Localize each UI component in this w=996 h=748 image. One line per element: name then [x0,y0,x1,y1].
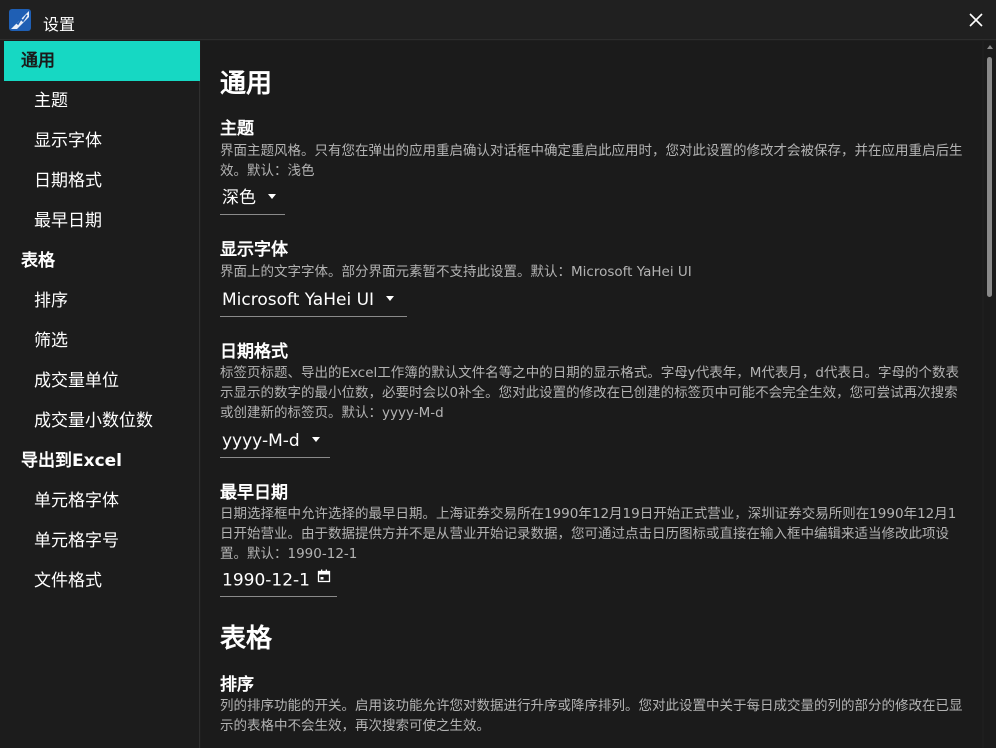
sidebar-item-volume-unit[interactable]: 成交量单位 [4,361,200,401]
title-bar: 设置 [0,0,996,40]
app-logo-icon [9,9,31,31]
setting-title-date-format: 日期格式 [220,342,288,362]
setting-description-theme: 界面主题风格。只有您在弹出的应用重启确认对话框中确定重启此应用时，您对此设置的修… [220,143,963,179]
sidebar-item-theme[interactable]: 主题 [4,81,200,121]
calendar-icon[interactable] [317,563,331,594]
sidebar-item-filter[interactable]: 筛选 [4,321,200,361]
setting-description-sort: 列的排序功能的开关。启用该功能允许您对数据进行升序或降序排列。您对此设置中关于每… [220,698,963,734]
close-icon [969,13,983,27]
setting-title-earliest-date: 最早日期 [220,483,288,503]
sidebar-item-export-excel[interactable]: 导出到Excel [4,441,200,481]
setting-description-date-format: 标签页标题、导出的Excel工作簿的默认文件名等之中的日期的显示格式。字母y代表… [220,365,959,421]
date-format-dropdown[interactable]: yyyy-M-d [220,426,330,458]
font-dropdown-value: Microsoft YaHei UI [222,290,375,310]
chevron-down-icon [386,295,395,301]
section-heading-table: 表格 [220,624,273,654]
sidebar-item-earliest-date[interactable]: 最早日期 [4,201,200,241]
setting-title-sort: 排序 [220,675,254,695]
chevron-down-icon [268,193,276,199]
window-title: 设置 [43,15,76,34]
sidebar-item-date-format[interactable]: 日期格式 [4,161,200,201]
scrollbar-thumb[interactable] [987,57,992,297]
settings-content: 通用 主题 界面主题风格。只有您在弹出的应用重启确认对话框中确定重启此应用时，您… [201,41,982,748]
sidebar-item-sort[interactable]: 排序 [4,281,200,321]
theme-dropdown-value: 深色 [222,188,256,208]
sidebar-nav: 通用 主题 显示字体 日期格式 最早日期 表格 排序 筛选 成交量单位 成交量小… [0,41,200,748]
chevron-down-icon [311,436,320,442]
scroll-up-arrow-icon[interactable] [987,45,993,49]
earliest-date-value: 1990-12-1 [222,570,310,591]
font-dropdown[interactable]: Microsoft YaHei UI [220,285,407,317]
close-button[interactable] [966,10,986,30]
vertical-scrollbar[interactable] [984,41,996,748]
section-heading-general: 通用 [220,69,273,99]
theme-dropdown[interactable]: 深色 [220,183,285,215]
sidebar-item-cell-font-size[interactable]: 单元格字号 [4,521,200,561]
setting-title-font: 显示字体 [220,240,288,260]
sidebar-item-display-font[interactable]: 显示字体 [4,121,200,161]
date-format-dropdown-value: yyyy-M-d [222,431,300,451]
setting-description-font: 界面上的文字字体。部分界面元素暂不支持此设置。默认：Microsoft YaHe… [220,264,692,280]
sidebar-item-table[interactable]: 表格 [4,241,200,281]
sidebar-item-cell-font[interactable]: 单元格字体 [4,481,200,521]
sidebar-item-volume-decimals[interactable]: 成交量小数位数 [4,401,200,441]
setting-title-theme: 主题 [220,119,254,139]
sidebar-item-general[interactable]: 通用 [4,41,200,81]
sidebar-item-file-format[interactable]: 文件格式 [4,561,200,601]
earliest-date-picker[interactable]: 1990-12-1 [220,565,337,597]
setting-description-earliest-date: 日期选择框中允许选择的最早日期。上海证券交易所在1990年12月19日开始正式营… [220,506,957,562]
